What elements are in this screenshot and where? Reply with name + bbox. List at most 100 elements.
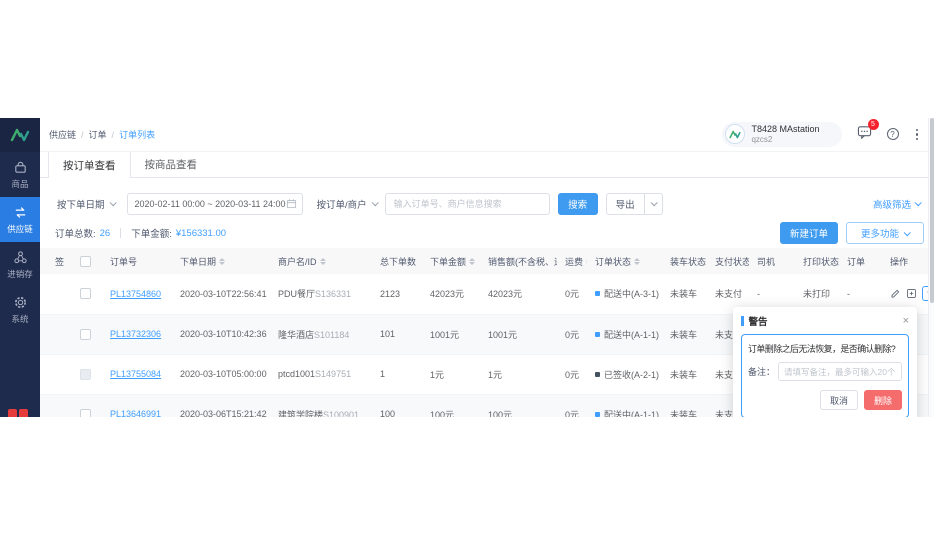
confirm-message: 订单删除之后无法恢复，是否确认删除? — [748, 342, 902, 355]
screenshot-canvas: 商品 供应链 进销存 系统 — [0, 0, 941, 541]
sidebar-item-label: 商品 — [11, 178, 28, 190]
filter-toolbar: 按下单日期 2020-02-11 00:00 ~ 2020-03-11 24:0… — [40, 178, 934, 222]
notification-badge: 5 — [868, 119, 879, 130]
calendar-icon — [286, 198, 297, 209]
confirm-delete-button[interactable]: 删除 — [864, 390, 902, 410]
sidebar-item-label: 系统 — [11, 313, 28, 325]
topbar: 供应链 订单 订单列表 T8428 MAstation qzcs2 — [40, 118, 934, 152]
messages-button[interactable]: 5 — [857, 125, 872, 144]
popup-header: 警告 × — [741, 314, 909, 328]
search-button[interactable]: 搜索 — [558, 193, 598, 215]
bag-icon — [13, 160, 28, 175]
date-range-input[interactable]: 2020-02-11 00:00 ~ 2020-03-11 24:00 — [127, 193, 303, 215]
cell-loading: 未装车 — [662, 354, 707, 394]
cancel-button[interactable]: 取消 — [820, 390, 858, 410]
title-accent-bar — [741, 316, 744, 326]
col-freight[interactable]: 运费 — [557, 248, 587, 274]
select-all-checkbox[interactable] — [80, 256, 91, 267]
close-icon[interactable]: × — [903, 316, 909, 327]
sort-icon[interactable] — [586, 258, 587, 265]
order-total-value: 26 — [100, 228, 111, 239]
vertical-scrollbar[interactable] — [928, 118, 934, 417]
cell-sales: 42023元 — [480, 274, 557, 314]
search-input[interactable] — [385, 193, 550, 215]
row-checkbox[interactable] — [80, 288, 91, 299]
col-qty: 总下单数 — [372, 248, 422, 274]
sidebar-item-system[interactable]: 系统 — [0, 287, 40, 332]
sidebar-item-supply-chain[interactable]: 供应链 — [0, 197, 40, 242]
col-date[interactable]: 下单日期 — [172, 248, 270, 274]
cell-freight: 0元 — [557, 394, 587, 417]
status-dot — [595, 372, 600, 377]
col-select-all — [72, 248, 102, 274]
new-order-button[interactable]: 新建订单 — [780, 222, 838, 244]
cell-loading: 未装车 — [662, 274, 707, 314]
export-dropdown-button[interactable] — [644, 194, 662, 214]
breadcrumb-item[interactable]: 订单 — [89, 128, 120, 141]
col-order-src: 订单 — [839, 248, 882, 274]
sidebar-item-goods[interactable]: 商品 — [0, 152, 40, 197]
sort-icon[interactable] — [469, 258, 475, 265]
col-status[interactable]: 订单状态 — [587, 248, 662, 274]
edit-button[interactable] — [890, 288, 901, 299]
more-menu-button[interactable] — [914, 128, 921, 142]
sort-icon[interactable] — [634, 258, 640, 265]
col-action: 操作 — [882, 248, 928, 274]
cell-qty: 100 — [372, 394, 422, 417]
cell-date: 2020-03-10T05:00:00 — [172, 354, 270, 394]
col-merchant[interactable]: 商户名/ID — [270, 248, 372, 274]
col-amount[interactable]: 下单金额 — [422, 248, 480, 274]
tab-by-goods[interactable]: 按商品查看 — [131, 152, 212, 177]
app-logo[interactable] — [0, 118, 40, 152]
cell-status: 配送中(A-1-1) — [587, 394, 662, 417]
topbar-right: T8428 MAstation qzcs2 5 ? — [722, 122, 920, 146]
row-checkbox-disabled — [80, 369, 91, 380]
cell-amount: 100元 — [422, 394, 480, 417]
breadcrumb-item-current: 订单列表 — [119, 128, 155, 141]
cell-freight: 0元 — [557, 314, 587, 354]
chevron-down-icon — [650, 199, 657, 206]
cell-date: 2020-03-10T22:56:41 — [172, 274, 270, 314]
col-sales[interactable]: 销售额(不含税、运) — [480, 248, 557, 274]
cell-merchant: 建筑学院楼S100901 — [270, 394, 372, 417]
sort-icon[interactable] — [320, 258, 326, 265]
cell-date: 2020-03-10T10:42:36 — [172, 314, 270, 354]
chevron-down-icon — [915, 199, 922, 206]
copy-order-button[interactable] — [906, 288, 917, 299]
order-total-label: 订单总数: — [55, 226, 96, 240]
row-checkbox[interactable] — [80, 409, 91, 418]
sidebar: 商品 供应链 进销存 系统 — [0, 118, 40, 417]
order-link[interactable]: PL13755084 — [110, 369, 161, 379]
tab-by-order[interactable]: 按订单查看 — [48, 152, 131, 178]
cell-sign — [40, 274, 72, 314]
cell-status: 配送中(A-1-1) — [587, 314, 662, 354]
breadcrumb-item[interactable]: 供应链 — [49, 128, 89, 141]
popup-title: 警告 — [749, 314, 768, 328]
cell-sales: 1001元 — [480, 314, 557, 354]
cell-status: 配送中(A-3-1) — [587, 274, 662, 314]
row-checkbox[interactable] — [80, 329, 91, 340]
order-link[interactable]: PL13732306 — [110, 329, 161, 339]
chevron-down-icon — [904, 229, 911, 236]
status-dot — [595, 412, 600, 417]
cell-qty: 1 — [372, 354, 422, 394]
date-filter-select[interactable]: 按下单日期 — [55, 193, 117, 215]
more-functions-button[interactable]: 更多功能 — [846, 222, 924, 244]
scrollbar-thumb[interactable] — [930, 118, 934, 303]
user-subname: qzcs2 — [751, 135, 819, 145]
cell-amount: 1001元 — [422, 314, 480, 354]
note-input[interactable] — [778, 362, 902, 381]
sidebar-item-inventory[interactable]: 进销存 — [0, 242, 40, 287]
cell-freight: 0元 — [557, 354, 587, 394]
col-loading: 装车状态 — [662, 248, 707, 274]
user-menu[interactable]: T8428 MAstation qzcs2 — [722, 122, 841, 146]
sort-icon[interactable] — [219, 258, 225, 265]
status-dot — [595, 332, 600, 337]
help-button[interactable]: ? — [887, 128, 899, 140]
order-link[interactable]: PL13646991 — [110, 409, 161, 417]
order-link[interactable]: PL13754860 — [110, 289, 161, 299]
export-button[interactable]: 导出 — [607, 194, 644, 214]
type-filter-select[interactable]: 按订单/商户 — [315, 193, 379, 215]
advanced-filter-link[interactable]: 高级筛选 — [873, 197, 920, 211]
cell-merchant: PDU餐厅S136331 — [270, 274, 372, 314]
